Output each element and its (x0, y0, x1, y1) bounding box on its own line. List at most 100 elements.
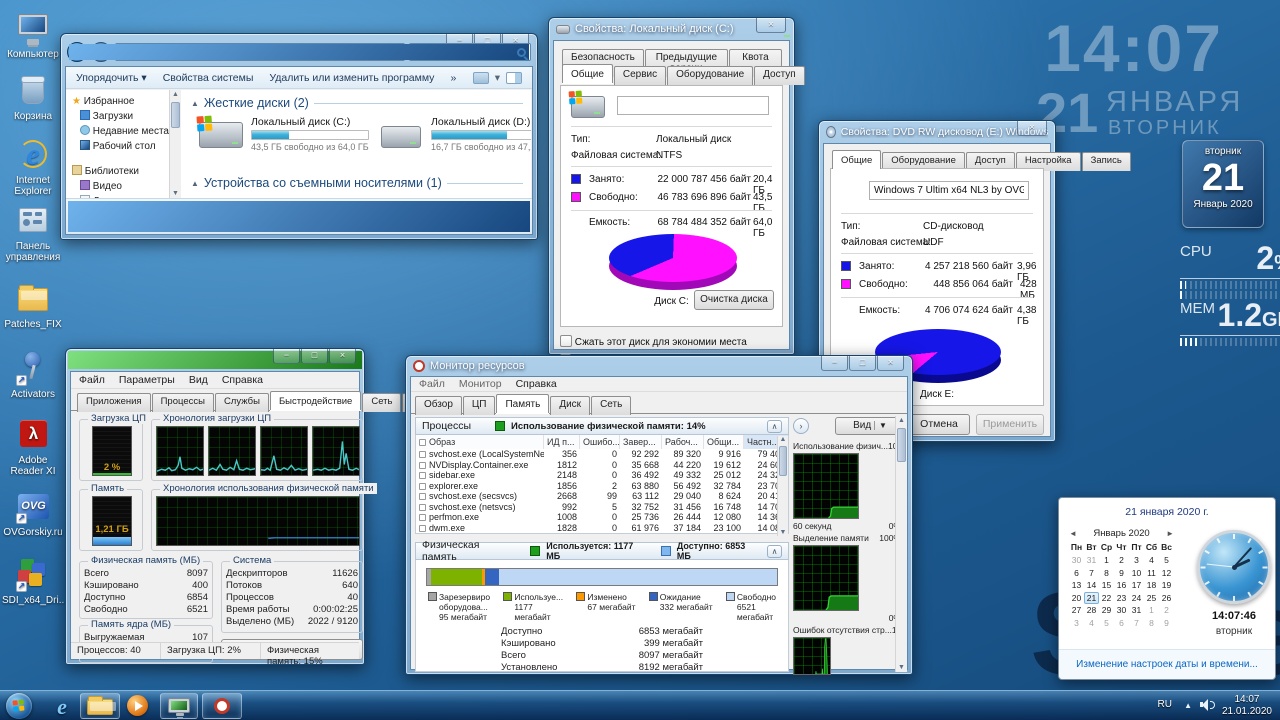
taskbar-wmp-button[interactable] (125, 695, 151, 717)
calendar-day[interactable]: 20 (1069, 592, 1084, 605)
disk-cleanup-button[interactable]: Очистка диска (694, 290, 774, 310)
drive-c[interactable]: Локальный диск (C:) 43,5 ГБ свободно из … (251, 116, 369, 152)
tab-networking[interactable]: Сеть (362, 393, 401, 412)
process-table-scrollbar[interactable]: ▲▼ (777, 436, 788, 536)
taskbar-explorer-button[interactable] (80, 693, 120, 719)
sidebar-scrollbar[interactable]: ▲▼ (169, 90, 181, 198)
uninstall-button[interactable]: Удалить или изменить программу (269, 72, 434, 84)
desktop-icon-control-panel[interactable]: Панель управления (2, 204, 64, 263)
cancel-button[interactable]: Отмена (908, 414, 970, 435)
sidebar-item-downloads[interactable]: Загрузки (72, 109, 169, 124)
desktop-icon-adobe-reader[interactable]: λAdobe Reader XI (2, 418, 64, 477)
calendar-day[interactable]: 31 (1129, 604, 1144, 617)
calendar-day[interactable]: 28 (1084, 604, 1099, 617)
taskbar-resmon-button[interactable] (202, 693, 242, 719)
organize-button[interactable]: Упорядочить ▾ (76, 72, 147, 84)
taskbar-ie-button[interactable]: e (48, 694, 76, 718)
process-row[interactable]: perfmon.exe1008025 73626 44412 08014 364 (416, 512, 788, 523)
address-bar[interactable]: ▸Компьютер▸ ▾ ↻ (115, 43, 405, 61)
tab-hardware[interactable]: Оборудование (667, 66, 753, 85)
calendar-day[interactable]: 11 (1144, 567, 1159, 580)
calendar-day[interactable]: 29 (1099, 604, 1114, 617)
process-row[interactable]: NVDisplay.Container.exe1812035 66844 220… (416, 460, 788, 471)
tab-general[interactable]: Общие (562, 64, 613, 83)
calendar-day[interactable]: 19 (1159, 579, 1174, 592)
calendar-day[interactable]: 6 (1069, 567, 1084, 580)
calendar-day[interactable]: 2 (1159, 604, 1174, 617)
calendar-day[interactable]: 7 (1129, 617, 1144, 630)
tab-overview[interactable]: Обзор (415, 396, 462, 415)
calendar-day[interactable]: 26 (1159, 592, 1174, 605)
process-checkbox[interactable] (419, 493, 426, 500)
tab-performance[interactable]: Быстродействие (270, 391, 361, 410)
compress-checkbox[interactable] (560, 335, 572, 347)
collapse-chevron[interactable]: ∧ (767, 545, 782, 558)
close-button[interactable]: × (1017, 121, 1047, 136)
desktop-icon-ovgorskiy[interactable]: OVG↗OVGorskiy.ru (2, 490, 64, 538)
menu-help[interactable]: Справка (222, 374, 263, 386)
volume-label-input[interactable] (869, 181, 1029, 200)
toolbar-more-button[interactable]: » (450, 72, 456, 84)
change-view-button[interactable] (473, 72, 489, 84)
calendar-day[interactable]: 27 (1069, 604, 1084, 617)
process-row[interactable]: explorer.exe1856263 88056 49232 78423 70… (416, 481, 788, 492)
tray-clock[interactable]: 14:0721.01.2020 (1222, 694, 1272, 718)
desktop-icon-activators[interactable]: ↗Activators (2, 352, 64, 400)
calendar-day[interactable]: 1 (1099, 554, 1114, 567)
sidebar-item-desktop[interactable]: Рабочий стол (72, 139, 169, 154)
calendar-day[interactable]: 24 (1129, 592, 1144, 605)
tab-services[interactable]: Службы (215, 393, 269, 412)
calendar-day[interactable]: 17 (1129, 579, 1144, 592)
drive-d[interactable]: Локальный диск (D:) 16,7 ГБ свободно из … (431, 116, 531, 152)
process-row[interactable]: sidebar.exe2148036 49249 33225 01224 320 (416, 470, 788, 481)
desktop-icon-internet-explorer[interactable]: eInternet Explorer (2, 138, 64, 197)
calendar-day[interactable]: 3 (1069, 617, 1084, 630)
calendar-gadget[interactable]: вторник 21 Январь 2020 (1182, 140, 1264, 228)
apply-button[interactable]: Применить (976, 414, 1044, 435)
group-header-hard-disks[interactable]: ▲Жесткие диски (2) (191, 96, 523, 110)
memory-section-header[interactable]: Физическая память Используется: 1177 МБ … (415, 542, 789, 560)
process-checkbox[interactable] (419, 504, 426, 511)
desktop-icon-computer[interactable]: Компьютер (2, 12, 64, 60)
calendar-day[interactable]: 10 (1129, 567, 1144, 580)
calendar-day[interactable]: 2 (1114, 554, 1129, 567)
mem-gadget[interactable]: MEM 1.2GB (1180, 300, 1280, 346)
process-checkbox[interactable] (419, 451, 426, 458)
tab-network[interactable]: Сеть (591, 396, 631, 415)
calendar-day[interactable]: 4 (1144, 554, 1159, 567)
view-dropdown-icon[interactable]: ▾ (495, 72, 500, 84)
tab-memory[interactable]: Память (496, 394, 549, 413)
calendar-day[interactable]: 13 (1069, 579, 1084, 592)
calendar-day[interactable]: 23 (1114, 592, 1129, 605)
calendar-day[interactable]: 6 (1114, 617, 1129, 630)
close-button[interactable]: × (756, 18, 786, 33)
system-properties-button[interactable]: Свойства системы (163, 72, 254, 84)
calendar-day[interactable]: 7 (1084, 567, 1099, 580)
cpu-gadget[interactable]: CPU 2% (1180, 243, 1280, 299)
calendar-day[interactable]: 12 (1159, 567, 1174, 580)
tray-show-hidden-icon[interactable]: ▲ (1184, 701, 1192, 710)
tab-cpu[interactable]: ЦП (463, 396, 496, 415)
sidebar-item-favorites[interactable]: ★ Избранное (72, 94, 169, 109)
start-button[interactable] (6, 693, 32, 719)
calendar-prev-button[interactable]: ◄ (1069, 529, 1077, 538)
change-datetime-link[interactable]: Изменение настроек даты и времени... (1076, 659, 1258, 670)
sidebar-item-video[interactable]: Видео (72, 179, 169, 194)
sidebar-item-libraries[interactable]: Библиотеки (72, 164, 169, 179)
calendar-next-button[interactable]: ► (1166, 529, 1174, 538)
select-all-checkbox[interactable] (419, 439, 426, 446)
tab-tools[interactable]: Сервис (614, 66, 666, 85)
calendar-day[interactable]: 1 (1144, 604, 1159, 617)
calendar-day[interactable]: 16 (1114, 579, 1129, 592)
menu-file[interactable]: Файл (79, 374, 105, 386)
desktop-icon-sdi[interactable]: ↗SDI_x64_Dri... (2, 558, 64, 606)
process-row[interactable]: svchost.exe (LocalSystemNet...356092 292… (416, 449, 788, 460)
process-row[interactable]: svchost.exe (netsvcs)992532 75231 45616 … (416, 502, 788, 513)
calendar-day[interactable]: 5 (1159, 554, 1174, 567)
sidebar-item-recent[interactable]: Недавние места (72, 124, 169, 139)
calendar-day[interactable]: 30 (1114, 604, 1129, 617)
tab-general[interactable]: Общие (832, 150, 881, 169)
tab-processes[interactable]: Процессы (152, 393, 214, 412)
maximize-button[interactable]: □ (301, 349, 328, 364)
calendar-day[interactable]: 8 (1099, 567, 1114, 580)
